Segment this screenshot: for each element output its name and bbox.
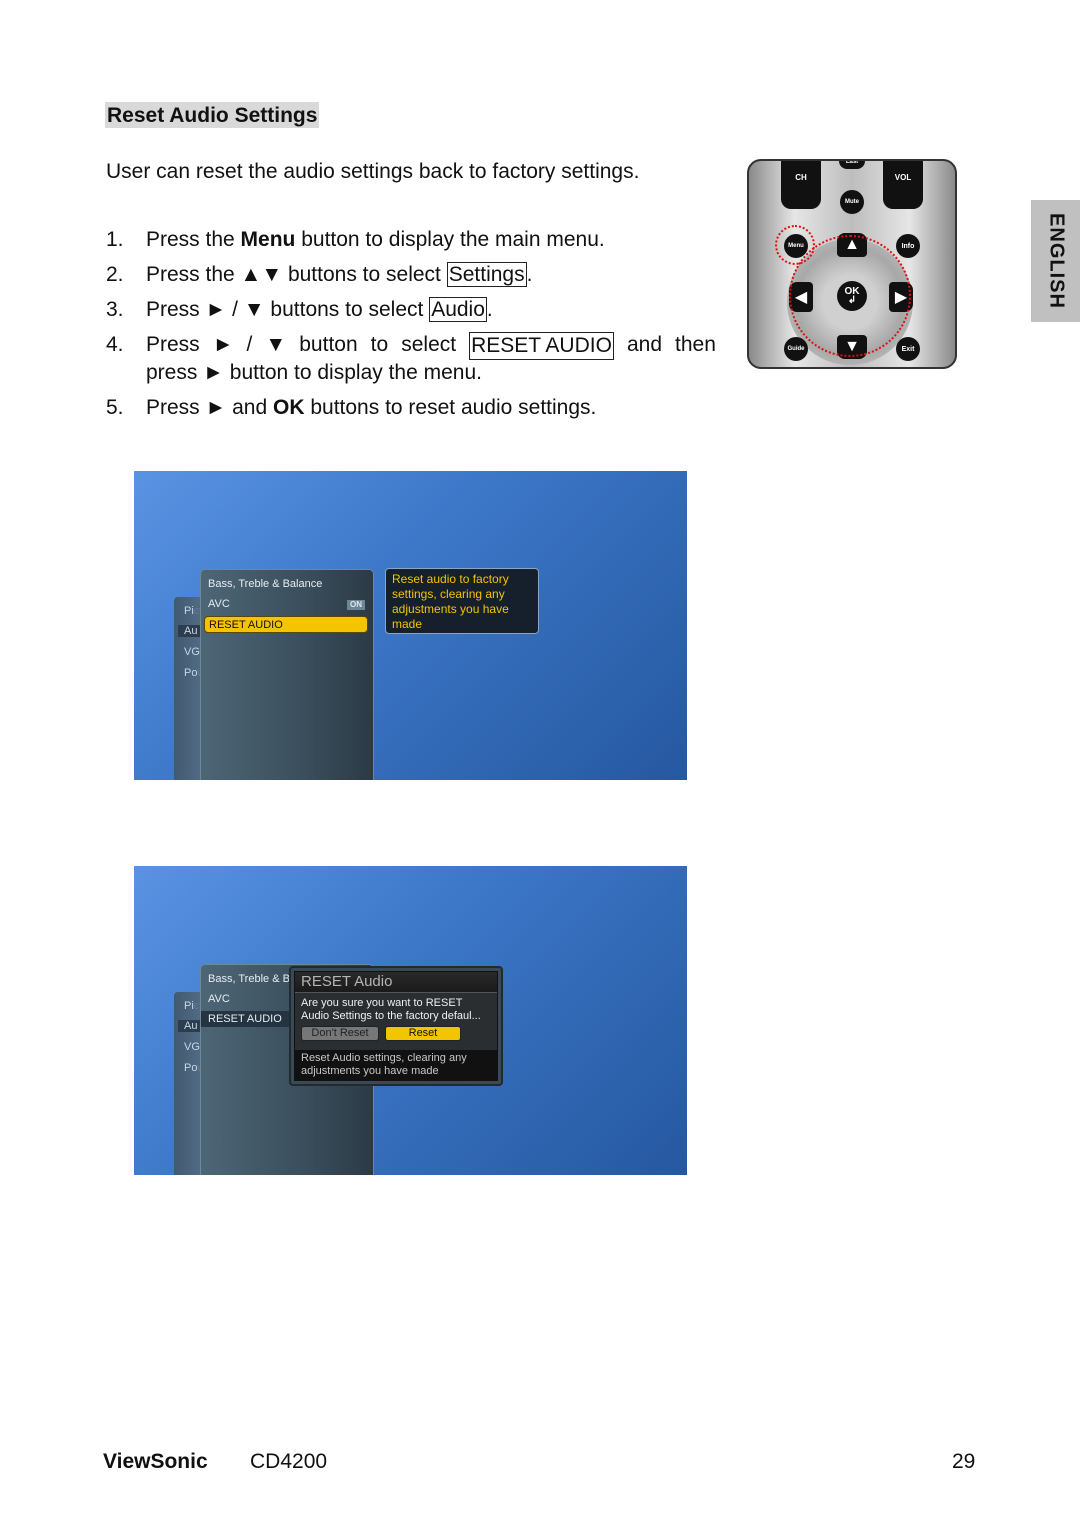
language-label: ENGLISH: [1045, 213, 1067, 309]
word: to: [370, 333, 389, 356]
audio-ref: Audio: [429, 297, 487, 322]
exit-button: Exit: [896, 337, 920, 361]
menu-item-reset-audio-selected[interactable]: RESET AUDIO: [204, 616, 368, 633]
footer-brand: ViewSonic: [103, 1450, 208, 1473]
footer-model: CD4200: [250, 1450, 328, 1473]
info-button: Info: [896, 234, 920, 258]
ch-rocker: CH: [781, 161, 821, 209]
ch-label: CH: [795, 173, 807, 182]
dialog-description: Reset Audio settings, clearing any adjus…: [295, 1050, 497, 1080]
step-4: 4. Press ► / ▼ button to select RESET AU…: [106, 332, 716, 386]
step-4-line2: press ► button to display the menu.: [146, 361, 482, 384]
step-text: buttons to reset audio settings.: [304, 396, 597, 419]
step-5: 5. Press ► and OK buttons to reset audio…: [106, 395, 716, 421]
settings-ref: Settings: [446, 262, 527, 287]
steps-list: 1. Press the Menu button to display the …: [106, 227, 716, 430]
step-2: 2. Press the ▲▼ buttons to select Settin…: [106, 262, 716, 288]
word: Press: [146, 333, 200, 356]
step-3: 3. Press ► / ▼ buttons to select Audio.: [106, 297, 716, 323]
avc-on-badge: ON: [347, 600, 365, 610]
mute-button: Mute: [840, 190, 864, 214]
dpad-highlight-circle: [789, 235, 911, 357]
step-1: 1. Press the Menu button to display the …: [106, 227, 716, 253]
audio-submenu-panel: Bass, Treble & Balance AVC ON RESET AUDI…: [200, 569, 374, 780]
down-arrow-glyph: ▼: [265, 333, 287, 356]
menu-item-bass-treble-balance[interactable]: Bass, Treble & Balance: [208, 578, 322, 590]
reset-button[interactable]: Reset: [385, 1026, 461, 1041]
page-number: 29: [952, 1450, 976, 1473]
step-text: button to display the main menu.: [295, 228, 605, 251]
dialog-message: Are you sure you want to RESET Audio Set…: [301, 997, 481, 1022]
section-title: Reset Audio Settings: [105, 102, 320, 128]
step-text: Press ► / ▼ buttons to select: [146, 298, 430, 321]
last-button: Last: [839, 161, 865, 169]
word: select: [401, 333, 457, 356]
step-number: 4.: [106, 333, 124, 356]
vol-rocker: VOL: [883, 161, 923, 209]
menu-item-avc[interactable]: AVC: [208, 598, 230, 610]
step-text: Press the: [146, 228, 241, 251]
step-4-line1: Press ► / ▼ button to select RESET AUDIO…: [146, 332, 716, 360]
language-tab: ENGLISH: [1031, 200, 1080, 322]
guide-button: Guide: [784, 337, 808, 361]
step-number: 5.: [106, 396, 124, 419]
menu-item-bass-treble-balance[interactable]: Bass, Treble & B: [208, 973, 290, 985]
step-number: 2.: [106, 263, 124, 286]
menu-item-avc[interactable]: AVC: [208, 993, 230, 1005]
word: button: [299, 333, 358, 356]
dialog-title: RESET Audio: [295, 972, 497, 993]
word: /: [246, 333, 253, 356]
screenshot-reset-confirmation: Picture Au VGA Settings Power Consumptio…: [134, 866, 687, 1175]
step-text: .: [486, 298, 493, 321]
step-text: .: [526, 263, 533, 286]
word: then: [675, 333, 716, 356]
step-text: Press the ▲▼ buttons to select: [146, 263, 447, 286]
word: and: [626, 333, 663, 356]
remote-control-image: CH VOL Last Mute Menu Info Guide Exit ▲ …: [747, 159, 957, 369]
reset-audio-dialog: RESET Audio Are you sure you want to RES…: [289, 966, 503, 1086]
step-text: Press ► and: [146, 396, 274, 419]
help-tooltip: Reset audio to factory settings, clearin…: [385, 568, 539, 634]
intro-text: User can reset the audio settings back t…: [106, 160, 640, 183]
right-arrow-glyph: ►: [212, 333, 234, 356]
ok-button-ref: OK: [273, 396, 305, 419]
menu-button-ref: Menu: [240, 228, 296, 251]
step-number: 1.: [106, 228, 124, 251]
dont-reset-button[interactable]: Don't Reset: [301, 1026, 379, 1041]
reset-audio-ref: RESET AUDIO: [469, 332, 614, 360]
vol-label: VOL: [894, 173, 912, 182]
screenshot-menu-reset-audio: Picture Au VGA Settings Power Consumptio…: [134, 471, 687, 780]
step-number: 3.: [106, 298, 124, 321]
